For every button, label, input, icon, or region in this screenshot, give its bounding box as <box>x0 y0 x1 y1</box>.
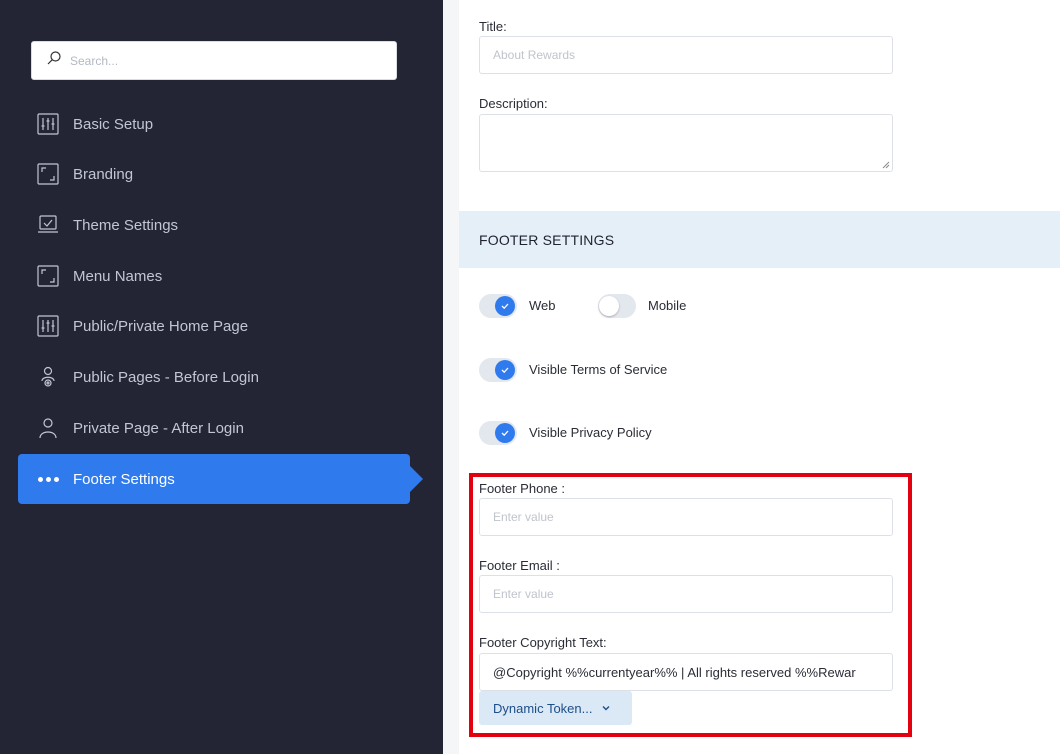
search-icon <box>46 50 62 71</box>
sidebar-item-menu-names[interactable]: Menu Names <box>18 251 410 301</box>
sidebar-item-branding[interactable]: Branding <box>18 149 410 199</box>
search-box[interactable] <box>31 41 397 80</box>
sidebar-item-label: Private Page - After Login <box>73 419 244 437</box>
panel-gutter <box>443 0 459 754</box>
main-panel: Title: About Rewards Description: FOOTER… <box>443 0 1060 754</box>
dots-icon <box>37 468 59 490</box>
sidebar-item-label: Menu Names <box>73 267 163 285</box>
mobile-toggle[interactable] <box>598 294 636 318</box>
sidebar-item-theme-settings[interactable]: Theme Settings <box>18 200 410 250</box>
frame-icon <box>37 265 59 287</box>
description-textarea[interactable] <box>479 114 893 172</box>
chevron-down-icon <box>602 706 610 711</box>
sidebar-item-label: Basic Setup <box>73 115 154 133</box>
sidebar-item-label: Branding <box>73 165 134 183</box>
footer-copyright-label: Footer Copyright Text: <box>479 635 607 650</box>
user-gear-icon <box>37 366 59 388</box>
sidebar-item-public-private-home[interactable]: Public/Private Home Page <box>18 301 410 351</box>
dynamic-token-dropdown[interactable]: Dynamic Token... <box>479 691 632 725</box>
dynamic-token-label: Dynamic Token... <box>493 700 593 716</box>
sidebar-item-footer-settings[interactable]: Footer Settings <box>18 454 423 504</box>
web-toggle[interactable] <box>479 294 517 318</box>
sidebar-item-label: Public/Private Home Page <box>73 317 249 335</box>
check-icon <box>495 423 515 443</box>
sidebar-item-label: Public Pages - Before Login <box>73 368 259 386</box>
check-icon <box>495 360 515 380</box>
user-icon <box>37 417 59 439</box>
footer-settings-header: FOOTER SETTINGS <box>459 211 1060 268</box>
sidebar-item-label: Footer Settings <box>73 470 175 488</box>
sidebar-item-label: Theme Settings <box>73 216 179 234</box>
privacy-toggle-label: Visible Privacy Policy <box>529 425 652 440</box>
footer-email-input[interactable]: Enter value <box>479 575 893 613</box>
check-icon <box>495 296 515 316</box>
sidebar-item-basic-setup[interactable]: Basic Setup <box>18 99 410 149</box>
web-toggle-label: Web <box>529 298 556 313</box>
search-input[interactable] <box>70 53 370 68</box>
mobile-toggle-label: Mobile <box>648 298 687 313</box>
frame-icon <box>37 163 59 185</box>
resize-grip-icon[interactable] <box>882 161 890 169</box>
footer-phone-label: Footer Phone : <box>479 481 565 496</box>
sliders-icon <box>37 315 59 337</box>
sidebar-item-public-pages[interactable]: Public Pages - Before Login <box>18 352 410 402</box>
title-label: Title: <box>479 19 507 34</box>
privacy-toggle[interactable] <box>479 421 517 445</box>
title-input[interactable]: About Rewards <box>479 36 893 74</box>
sliders-icon <box>37 113 59 135</box>
footer-copyright-input[interactable]: @Copyright %%currentyear%% | All rights … <box>479 653 893 691</box>
sidebar: Basic Setup Branding Theme Settings Menu… <box>0 0 443 754</box>
laptop-check-icon <box>37 214 59 236</box>
footer-email-label: Footer Email : <box>479 558 560 573</box>
sidebar-item-private-page[interactable]: Private Page - After Login <box>18 403 410 453</box>
terms-toggle-label: Visible Terms of Service <box>529 362 668 377</box>
footer-phone-input[interactable]: Enter value <box>479 498 893 536</box>
terms-toggle[interactable] <box>479 358 517 382</box>
description-label: Description: <box>479 96 548 111</box>
